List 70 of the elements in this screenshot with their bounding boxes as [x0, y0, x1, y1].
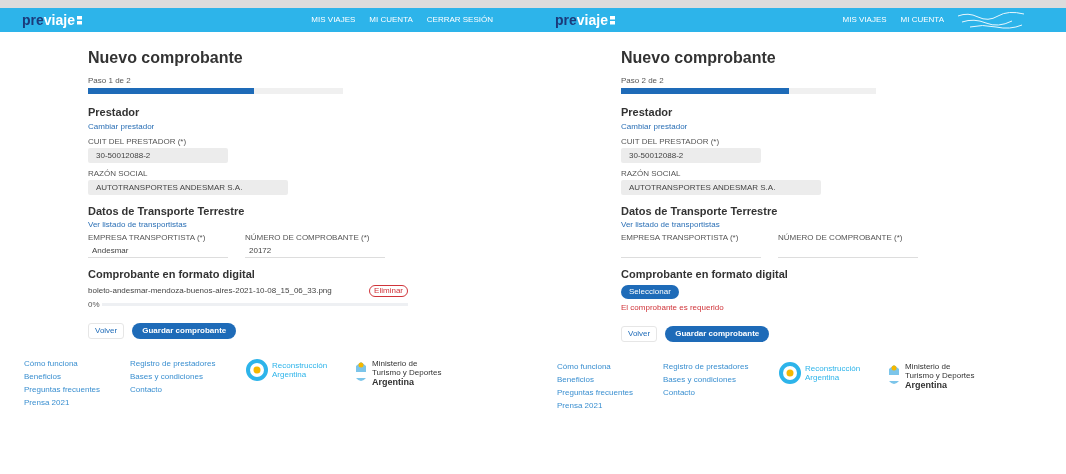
- section-heading: Comprobante en formato digital: [621, 269, 789, 280]
- ministry-name: Argentina: [905, 380, 948, 390]
- footer-link[interactable]: Registro de prestadores: [663, 362, 763, 371]
- field-label: EMPRESA TRANSPORTISTA (*): [621, 233, 740, 242]
- field-label: RAZÓN SOCIAL: [621, 169, 682, 178]
- brand-name: Reconstrucción Argentina: [805, 364, 862, 382]
- footer-link[interactable]: Prensa 2021: [24, 398, 114, 407]
- nav-link[interactable]: MIS VIAJES: [311, 14, 356, 26]
- back-button[interactable]: Volver: [621, 326, 658, 342]
- file-name: boleto-andesmar-mendoza-buenos-aires-2021-10-08_15_06_33.png: [88, 286, 332, 296]
- footer-link[interactable]: Preguntas frecuentes: [24, 385, 114, 394]
- field-label: CUIT DEL PRESTADOR (*): [621, 137, 721, 146]
- save-button[interactable]: Guardar comprobante: [665, 326, 770, 342]
- change-provider-link[interactable]: Cambiar prestador: [88, 122, 440, 131]
- wave-decoration: [956, 10, 1026, 30]
- section-heading: Datos de Transporte Terrestre: [88, 206, 246, 217]
- section-heading: Prestador: [621, 107, 674, 118]
- footer-link[interactable]: Registro de prestadores: [130, 359, 230, 368]
- footer-link[interactable]: Beneficios: [24, 372, 114, 381]
- sun-emblem-icon: [246, 359, 268, 381]
- back-button[interactable]: Volver: [88, 323, 125, 339]
- page-title: Nuevo comprobante: [621, 50, 777, 66]
- step-label: Paso 2 de 2: [621, 76, 665, 85]
- input-field[interactable]: 30-50012088-2: [88, 148, 228, 163]
- carriers-link[interactable]: Ver listado de transportistas: [621, 220, 973, 229]
- input-field[interactable]: Andesmar: [88, 244, 228, 258]
- upload-percent: 0%: [88, 300, 100, 309]
- input-field[interactable]: 30-50012088-2: [621, 148, 761, 163]
- nav-link[interactable]: CERRAR SESIÓN: [426, 14, 493, 26]
- footer-link[interactable]: Contacto: [130, 385, 230, 394]
- dots-icon: [609, 15, 616, 25]
- brand-name: Reconstrucción Argentina: [272, 361, 329, 379]
- sun-emblem-icon: [779, 362, 801, 384]
- error-message: El comprobante es requerido: [621, 303, 724, 312]
- field-label: EMPRESA TRANSPORTISTA (*): [88, 233, 207, 242]
- dots-icon: [76, 15, 83, 25]
- field-label: RAZÓN SOCIAL: [88, 169, 149, 178]
- page-title: Nuevo comprobante: [88, 50, 244, 66]
- logo[interactable]: previaje: [22, 13, 83, 27]
- input-field[interactable]: AUTOTRANSPORTES ANDESMAR S.A.: [88, 180, 288, 195]
- nav-link[interactable]: MI CUENTA: [369, 14, 413, 26]
- field-label: CUIT DEL PRESTADOR (*): [88, 137, 188, 146]
- footer-link[interactable]: Prensa 2021: [557, 401, 647, 410]
- nav-link[interactable]: MIS VIAJES: [842, 14, 887, 26]
- input-field[interactable]: AUTOTRANSPORTES ANDESMAR S.A.: [621, 180, 821, 195]
- footer-link[interactable]: Beneficios: [557, 375, 647, 384]
- field-label: NÚMERO DE COMPROBANTE (*): [245, 233, 371, 242]
- save-button[interactable]: Guardar comprobante: [132, 323, 237, 339]
- ministry-name: Turismo y Deportes: [372, 368, 442, 377]
- section-heading: Datos de Transporte Terrestre: [621, 206, 779, 217]
- step-label: Paso 1 de 2: [88, 76, 132, 85]
- ministry-name: Turismo y Deportes: [905, 371, 975, 380]
- ministry-name: Ministerio de: [905, 362, 952, 371]
- footer-link[interactable]: Cómo funciona: [557, 362, 647, 371]
- section-heading: Prestador: [88, 107, 141, 118]
- footer-link[interactable]: Contacto: [663, 388, 763, 397]
- footer-link[interactable]: Cómo funciona: [24, 359, 114, 368]
- ministry-name: Argentina: [372, 377, 415, 387]
- select-file-button[interactable]: Seleccionar: [621, 285, 679, 299]
- field-label: NÚMERO DE COMPROBANTE (*): [778, 233, 904, 242]
- footer-link[interactable]: Bases y condiciones: [130, 372, 230, 381]
- change-provider-link[interactable]: Cambiar prestador: [621, 122, 973, 131]
- footer-link[interactable]: Bases y condiciones: [663, 375, 763, 384]
- ministry-name: Ministerio de: [372, 359, 419, 368]
- logo[interactable]: previaje: [555, 13, 616, 27]
- footer-link[interactable]: Preguntas frecuentes: [557, 388, 647, 397]
- carriers-link[interactable]: Ver listado de transportistas: [88, 220, 440, 229]
- input-field[interactable]: 20172: [245, 244, 385, 258]
- section-heading: Comprobante en formato digital: [88, 269, 256, 280]
- nav-link[interactable]: MI CUENTA: [900, 14, 944, 26]
